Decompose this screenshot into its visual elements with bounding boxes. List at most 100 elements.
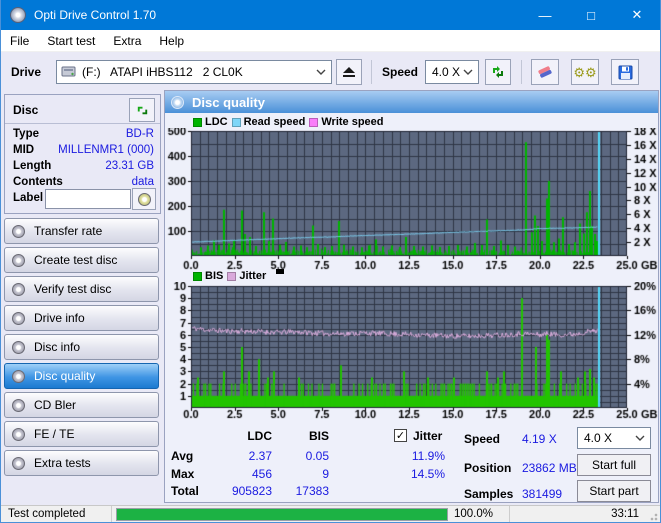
max-row-label: Max	[171, 467, 195, 481]
legend-label: Read speed	[243, 116, 306, 128]
test-speed-select[interactable]: 4.0 X	[577, 427, 651, 449]
elapsed-time: 33:11	[611, 508, 639, 520]
jitter-checkbox-label: Jitter	[413, 429, 443, 443]
disc-icon	[12, 369, 25, 383]
chart1-legend: LDC Read speed Write speed	[193, 116, 384, 128]
field-label: Length	[13, 160, 52, 172]
disc-field-type: Type BD-R	[13, 128, 154, 140]
disc-icon	[12, 427, 25, 441]
disc-icon	[12, 282, 25, 296]
drive-value: (F:) ATAPI iHBS112 2 CL0K	[82, 65, 243, 79]
speed-label: Speed	[382, 65, 419, 79]
sidebar-item-label: Extra tests	[34, 456, 91, 470]
disc-icon	[171, 95, 184, 109]
menu-start-test[interactable]: Start test	[38, 31, 104, 51]
sidebar-item-label: Disc info	[34, 340, 81, 354]
sidebar-item-transfer-rate[interactable]: Transfer rate	[4, 218, 159, 244]
resize-grip[interactable]	[650, 511, 660, 521]
disc-icon	[12, 224, 25, 238]
legend-marker	[276, 269, 285, 274]
chevron-down-icon	[463, 69, 473, 75]
max-ldc-value: 456	[251, 467, 272, 481]
sidebar-item-verify-test-disc[interactable]: Verify test disc	[4, 276, 159, 302]
bis-swatch	[193, 271, 202, 281]
sidebar-item-label: Disc quality	[34, 369, 96, 383]
save-button[interactable]	[611, 59, 639, 85]
disc-field-length: Length 23.31 GB	[13, 160, 154, 172]
progress-bar	[116, 508, 448, 521]
menu-file[interactable]: File	[1, 31, 38, 51]
legend-label: Write speed	[321, 116, 384, 128]
menu-bar: File Start test Extra Help	[1, 30, 660, 52]
floppy-save-icon	[618, 65, 632, 79]
contents-data-link[interactable]: data	[132, 176, 154, 188]
drive-select[interactable]: (F:) ATAPI iHBS112 2 CL0K	[56, 60, 332, 84]
results-stats: LDC BIS Avg 2.37 0.05 11.9% Max 456 9 14…	[165, 427, 660, 504]
chevron-down-icon	[635, 435, 645, 441]
sidebar-item-extra-tests[interactable]: Extra tests	[4, 450, 159, 476]
position-stat-value: 23862 MB	[522, 461, 577, 475]
menu-extra[interactable]: Extra	[104, 31, 150, 51]
maximize-button[interactable]: □	[568, 0, 614, 30]
disc-icon	[12, 311, 25, 325]
sidebar-item-label: Verify test disc	[34, 282, 112, 296]
start-part-button[interactable]: Start part	[577, 480, 651, 502]
speed-stat-value: 4.19 X	[522, 432, 557, 446]
sidebar-item-disc-info[interactable]: Disc info	[4, 334, 159, 360]
disc-field-contents: Contents data	[13, 176, 154, 188]
label-input[interactable]	[45, 189, 131, 209]
disc-icon	[12, 253, 25, 267]
sidebar-item-fe-te[interactable]: FE / TE	[4, 421, 159, 447]
sidebar: Disc Type BD-R MID MILLENMR1 (000) Lengt…	[4, 93, 161, 505]
disc-icon	[12, 398, 25, 412]
eraser-icon	[538, 66, 552, 78]
erase-disc-button[interactable]	[531, 59, 559, 85]
position-stat-label: Position	[464, 461, 512, 475]
refresh-button[interactable]	[485, 59, 511, 85]
progress-fill	[117, 509, 447, 520]
sidebar-item-label: FE / TE	[34, 427, 75, 441]
samples-stat-label: Samples	[464, 487, 514, 501]
toolbar: Drive (F:) ATAPI iHBS112 2 CL0K Speed 4.…	[1, 52, 660, 92]
disc-icon	[137, 192, 151, 206]
avg-jitter-value: 11.9%	[411, 449, 445, 463]
panel-header: Disc quality	[165, 91, 658, 113]
field-value: MILLENMR1 (000)	[58, 144, 154, 156]
jitter-checkbox[interactable]: ✓	[394, 429, 407, 442]
disc-panel-title: Disc	[13, 103, 39, 117]
panel-title: Disc quality	[192, 94, 265, 110]
sidebar-item-drive-info[interactable]: Drive info	[4, 305, 159, 331]
refresh-arrows-icon	[137, 106, 147, 114]
menu-help[interactable]: Help	[150, 31, 193, 51]
total-row-label: Total	[171, 484, 199, 498]
status-text: Test completed	[8, 508, 86, 520]
write-label-button[interactable]	[132, 188, 156, 210]
settings-button[interactable]: ⚙⚙	[571, 59, 599, 85]
chevron-down-icon	[316, 69, 326, 75]
sidebar-item-label: Drive info	[34, 311, 85, 325]
read-speed-swatch	[231, 117, 241, 127]
speed-select[interactable]: 4.0 X	[425, 60, 479, 84]
avg-bis-value: 0.05	[305, 449, 329, 463]
sidebar-item-disc-quality[interactable]: Disc quality	[4, 363, 159, 389]
eject-button[interactable]	[336, 59, 362, 85]
disc-refresh-button[interactable]	[129, 98, 155, 122]
legend-ldc: LDC	[193, 116, 228, 128]
sidebar-item-create-test-disc[interactable]: Create test disc	[4, 247, 159, 273]
sidebar-item-label: Create test disc	[34, 253, 118, 267]
bis-jitter-chart	[165, 282, 660, 423]
speed-value: 4.0 X	[432, 65, 461, 79]
close-button[interactable]: ✕	[614, 0, 660, 30]
chart2-legend: BIS Jitter	[193, 269, 285, 283]
bis-column-header: BIS	[308, 429, 329, 443]
drive-label: Drive	[11, 65, 42, 79]
disc-icon	[12, 340, 25, 354]
test-speed-value: 4.0 X	[584, 431, 613, 445]
sidebar-item-cd-bler[interactable]: CD Bler	[4, 392, 159, 418]
ldc-swatch	[193, 117, 202, 127]
start-full-button[interactable]: Start full	[577, 454, 651, 476]
gears-icon: ⚙⚙	[573, 64, 597, 80]
status-bar: Test completed 100.0% 33:11	[1, 505, 660, 522]
ldc-read-speed-chart	[165, 128, 660, 274]
minimize-button[interactable]: —	[522, 0, 568, 30]
